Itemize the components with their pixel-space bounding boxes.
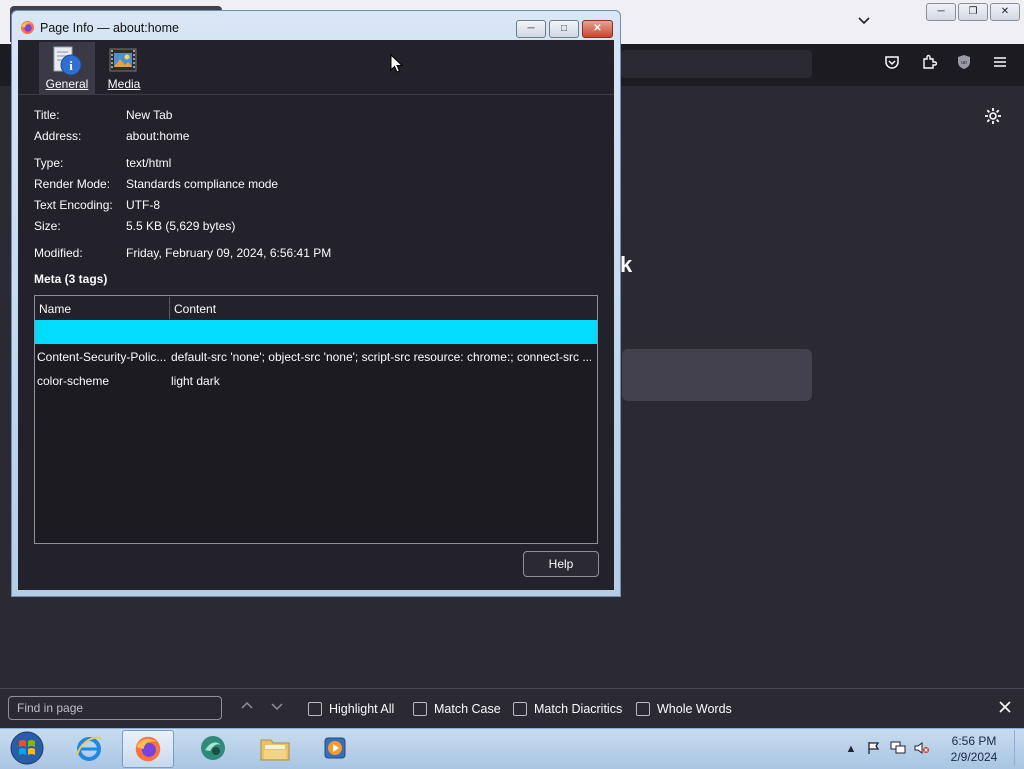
app-taskbar-button[interactable]: [188, 730, 238, 766]
modified-label: Modified:: [34, 246, 83, 260]
highlight-all-checkbox[interactable]: Highlight All: [308, 699, 394, 719]
network-icon[interactable]: [890, 741, 906, 757]
clock-date: 2/9/2024: [950, 750, 998, 764]
match-diacritics-checkbox[interactable]: Match Diacritics: [513, 699, 622, 719]
dialog-minimize-button[interactable]: ─: [516, 20, 546, 38]
windows-logo-icon: [10, 731, 44, 765]
close-icon: [999, 701, 1011, 713]
chevron-up-icon: [241, 701, 253, 709]
taskbar-clock[interactable]: 6:56 PM 2/9/2024: [940, 733, 1008, 765]
address-label: Address:: [34, 129, 82, 143]
show-desktop-button[interactable]: [1014, 730, 1023, 766]
checkbox-box[interactable]: [513, 702, 527, 716]
tab-media[interactable]: Media: [96, 42, 152, 94]
internet-explorer-icon: [76, 736, 102, 761]
url-bar[interactable]: [620, 50, 812, 78]
internet-explorer-taskbar-button[interactable]: [64, 730, 114, 766]
partially-hidden-heading-glyph: k: [620, 252, 633, 277]
menu-icon[interactable]: [989, 54, 1011, 76]
close-findbar-button[interactable]: [994, 697, 1016, 719]
column-header-name[interactable]: Name: [39, 302, 71, 316]
render-mode-value[interactable]: Standards compliance mode: [126, 177, 278, 191]
checkbox-box[interactable]: [636, 702, 650, 716]
title-value[interactable]: New Tab: [126, 108, 172, 122]
type-label: Type:: [34, 156, 64, 170]
firefox-taskbar-button[interactable]: [122, 730, 174, 768]
meta-heading: Meta (3 tags): [34, 272, 108, 286]
dialog-maximize-button[interactable]: □: [549, 20, 579, 38]
highlight-all-label: Highlight All: [329, 702, 395, 716]
meta-table-header: [35, 296, 597, 321]
start-button[interactable]: [2, 730, 52, 766]
info-icon: i: [53, 46, 82, 76]
mouse-cursor-icon: [390, 53, 404, 77]
find-next-button[interactable]: [267, 699, 287, 719]
type-value[interactable]: text/html: [126, 156, 171, 170]
match-case-checkbox[interactable]: Match Case: [413, 699, 501, 719]
encoding-value[interactable]: UTF-8: [126, 198, 160, 212]
newtab-search-box[interactable]: [622, 349, 812, 401]
folder-icon: [260, 739, 290, 761]
browser-close-button[interactable]: ✕: [990, 3, 1020, 21]
help-button[interactable]: Help: [523, 551, 599, 577]
encoding-label: Text Encoding:: [34, 198, 113, 212]
media-icon: [109, 48, 137, 72]
browser-restore-button[interactable]: ❐: [958, 3, 988, 21]
title-label: Title:: [34, 108, 60, 122]
size-label: Size:: [34, 219, 61, 233]
app-4-icon: [201, 736, 225, 760]
size-value[interactable]: 5.5 KB (5,629 bytes): [126, 219, 235, 233]
render-mode-label: Render Mode:: [34, 177, 111, 191]
checkbox-box[interactable]: [308, 702, 322, 716]
match-diacritics-label: Match Diacritics: [534, 702, 623, 716]
checkbox-box[interactable]: [413, 702, 427, 716]
pane-toolbar-divider: [18, 94, 614, 95]
table-row[interactable]: Content-Security-Polic... default-src 'n…: [35, 344, 597, 368]
firefox-icon: [135, 736, 161, 762]
address-value[interactable]: about:home: [126, 129, 189, 143]
pocket-icon[interactable]: [881, 54, 903, 76]
tab-general[interactable]: i General: [39, 42, 95, 94]
ublock-icon[interactable]: uo: [953, 54, 975, 76]
media-player-icon: [324, 737, 346, 759]
clock-time: 6:56 PM: [951, 734, 997, 748]
meta-content-cell: light dark: [171, 374, 220, 388]
dialog-title: Page Info — about:home: [40, 21, 179, 35]
show-hidden-icons-button[interactable]: ▲: [843, 741, 859, 757]
volume-muted-icon[interactable]: [914, 741, 930, 757]
flag-icon[interactable]: [866, 741, 882, 757]
find-input[interactable]: [8, 696, 222, 720]
column-divider[interactable]: [169, 297, 170, 319]
chevron-down-icon[interactable]: [856, 13, 872, 29]
media-player-taskbar-button[interactable]: [310, 730, 360, 766]
tab-media-label: Media: [107, 77, 141, 91]
file-explorer-taskbar-button[interactable]: [250, 730, 300, 766]
svg-text:i: i: [69, 58, 73, 73]
find-previous-button[interactable]: [237, 699, 257, 719]
modified-value[interactable]: Friday, February 09, 2024, 6:56:41 PM: [126, 246, 331, 260]
tab-general-label: General: [45, 77, 89, 91]
chevron-down-icon: [271, 703, 283, 711]
svg-text:uo: uo: [961, 60, 967, 66]
whole-words-checkbox[interactable]: Whole Words: [636, 699, 732, 719]
firefox-icon: [20, 20, 35, 38]
browser-minimize-button[interactable]: ─: [926, 3, 956, 21]
meta-content-cell: default-src 'none'; object-src 'none'; s…: [171, 350, 591, 364]
gear-icon[interactable]: [983, 106, 1003, 126]
dialog-close-button[interactable]: ✕: [582, 20, 613, 38]
meta-name-cell: Content-Security-Polic...: [37, 350, 167, 364]
column-header-content[interactable]: Content: [174, 302, 216, 316]
table-row[interactable]: color-scheme light dark: [35, 368, 597, 392]
whole-words-label: Whole Words: [657, 702, 732, 716]
meta-name-cell: color-scheme: [37, 374, 110, 388]
match-case-label: Match Case: [434, 702, 501, 716]
extensions-icon[interactable]: [918, 54, 940, 76]
table-row-selected[interactable]: [35, 320, 597, 344]
